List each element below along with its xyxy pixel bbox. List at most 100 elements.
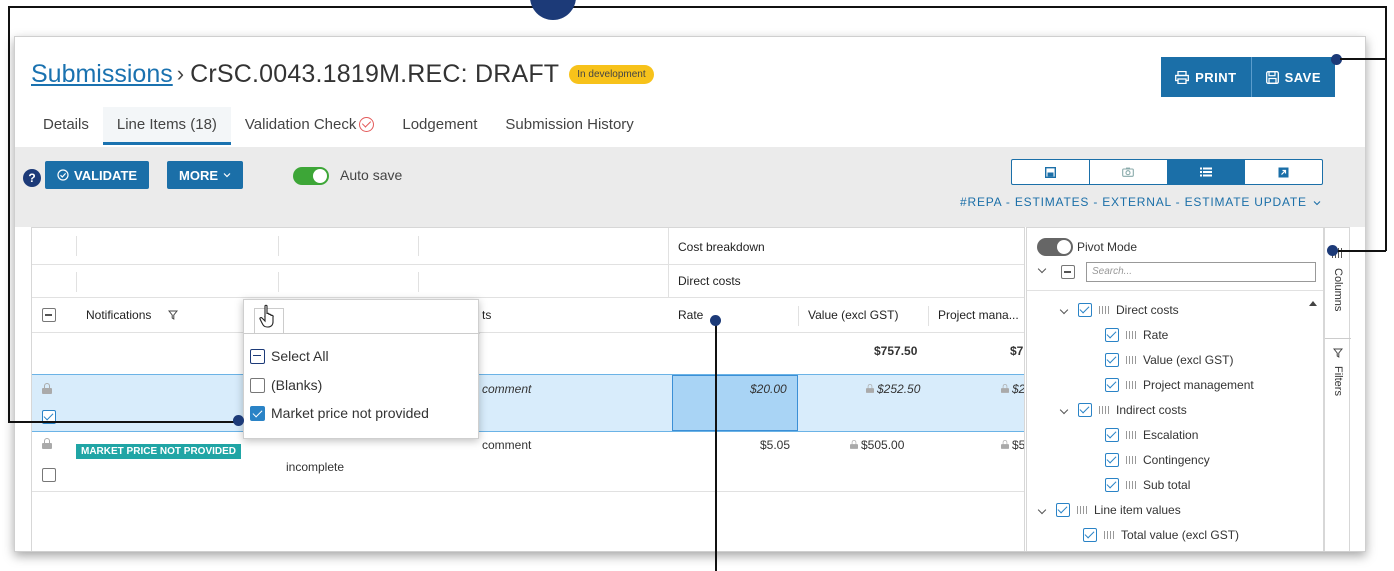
estimate-selector[interactable]: #REPA - ESTIMATES - EXTERNAL - ESTIMATE … [960,195,1321,209]
column-checkbox[interactable] [1078,403,1092,417]
chevron-down-icon[interactable] [1059,405,1069,415]
column-checkbox[interactable] [1105,378,1119,392]
column-item[interactable]: Value (excl GST) [1105,350,1233,370]
drag-handle-icon[interactable] [1099,306,1109,314]
column-checkbox[interactable] [1105,353,1119,367]
header-value-excl-gst[interactable]: Value (excl GST) [808,308,898,322]
header-project-management[interactable]: Project mana... [938,308,1019,322]
tab-validation-check[interactable]: Validation Check [231,107,388,145]
filters-side-tab[interactable]: Filters [1325,362,1351,412]
column-item[interactable]: Rate [1105,325,1168,345]
column-divider [76,236,77,256]
breadcrumb-submissions-link[interactable]: Submissions [31,60,173,89]
chevron-down-icon[interactable] [1037,264,1047,274]
filter-option-label: Market price not provided [271,405,429,421]
print-label: PRINT [1195,69,1237,85]
column-divider [76,272,77,292]
column-checkbox[interactable] [1083,528,1097,542]
drag-handle-icon[interactable] [1077,506,1087,514]
header-rate[interactable]: Rate [678,308,703,322]
drag-handle-icon[interactable] [1126,431,1136,439]
column-checkbox[interactable] [1105,478,1119,492]
column-item[interactable]: Indirect costs [1059,400,1187,420]
more-label: MORE [179,167,218,183]
export-button[interactable] [1245,160,1322,184]
column-checkbox[interactable] [1056,503,1070,517]
select-all-checkbox[interactable] [250,348,265,364]
column-item[interactable]: Sub total [1105,475,1190,495]
view-switcher [1011,159,1323,185]
total-project-management: $7! [1010,344,1024,358]
save-label: SAVE [1284,69,1321,85]
column-item[interactable]: Total value (excl GST) [1083,525,1239,545]
more-button[interactable]: MORE [167,161,243,189]
column-checkbox[interactable] [1105,428,1119,442]
callout-frame-top [8,6,1386,8]
filter-icon[interactable] [168,310,178,320]
drag-handle-icon[interactable] [1126,381,1136,389]
market-price-checkbox[interactable] [250,405,265,421]
chevron-down-icon [223,173,231,178]
scroll-up-icon[interactable] [1309,300,1317,306]
tab-bar: Details Line Items (18) Validation Check… [29,107,648,145]
drag-handle-icon[interactable] [1126,456,1136,464]
filter-option-blanks[interactable]: (Blanks) [250,375,322,395]
column-item-label: Sub total [1143,478,1191,492]
drag-handle-icon[interactable] [1126,331,1136,339]
tab-line-items[interactable]: Line Items (18) [102,107,231,145]
toggle-all-columns-checkbox[interactable] [1061,265,1075,279]
pivot-mode-toggle[interactable] [1037,238,1073,256]
filter-option-market-price[interactable]: Market price not provided [250,403,429,423]
chevron-down-icon[interactable] [1037,505,1047,515]
save-button[interactable]: SAVE [1251,57,1335,97]
row-checkbox[interactable] [42,468,56,482]
columns-search-input[interactable]: Search... [1086,262,1316,282]
column-item[interactable]: Line item values [1037,500,1181,520]
column-divider [668,228,669,298]
lock-icon [1001,384,1009,393]
app-window: Submissions › CrSC.0043.1819M.REC: DRAFT… [14,36,1366,552]
column-item[interactable]: Direct costs [1059,300,1179,320]
column-checkbox[interactable] [1078,303,1092,317]
column-item[interactable]: Escalation [1105,425,1198,445]
callout-line-rate [715,320,717,571]
tab-submission-history[interactable]: Submission History [491,107,647,145]
divider [244,333,480,334]
column-checkbox[interactable] [1105,453,1119,467]
filter-option-select-all[interactable]: Select All [250,346,329,366]
callout-line-filter [8,421,238,423]
drag-handle-icon[interactable] [1126,356,1136,364]
drag-handle-icon[interactable] [1099,406,1109,414]
validate-button[interactable]: VALIDATE [45,161,150,189]
blanks-checkbox[interactable] [250,377,265,393]
print-button[interactable]: PRINT [1161,57,1252,97]
tab-lodgement[interactable]: Lodgement [388,107,491,145]
filters-side-tab-label: Filters [1332,366,1344,396]
drag-handle-icon[interactable] [1126,481,1136,489]
help-icon[interactable]: ? [23,169,41,187]
select-all-rows-checkbox[interactable] [42,308,56,322]
callout-dot-filter [233,415,244,426]
column-item[interactable]: Contingency [1105,450,1210,470]
columns-side-tab[interactable]: Columns [1325,264,1351,334]
header-row-subgroup [32,265,1024,298]
auto-save-toggle[interactable] [293,167,329,185]
lock-icon [42,383,52,394]
list-view-button[interactable] [1167,160,1246,184]
header-notifications[interactable]: Notifications [86,308,151,322]
callout-frame-right [1385,6,1387,251]
callout-line-columns [1337,250,1386,252]
comment-cell: comment [482,382,532,396]
save-layout-button[interactable] [1012,160,1090,184]
header-comments[interactable]: ts [482,308,491,322]
drag-handle-icon[interactable] [1104,531,1114,539]
side-tab-strip: Columns Filters [1324,227,1351,551]
tab-details[interactable]: Details [29,107,103,145]
column-checkbox[interactable] [1105,328,1119,342]
filter-option-label: (Blanks) [271,377,323,393]
column-divider [928,306,929,326]
page-title: CrSC.0043.1819M.REC: DRAFT [190,59,560,88]
camera-button[interactable] [1090,160,1168,184]
column-item[interactable]: Project management [1105,375,1254,395]
chevron-down-icon[interactable] [1059,305,1069,315]
